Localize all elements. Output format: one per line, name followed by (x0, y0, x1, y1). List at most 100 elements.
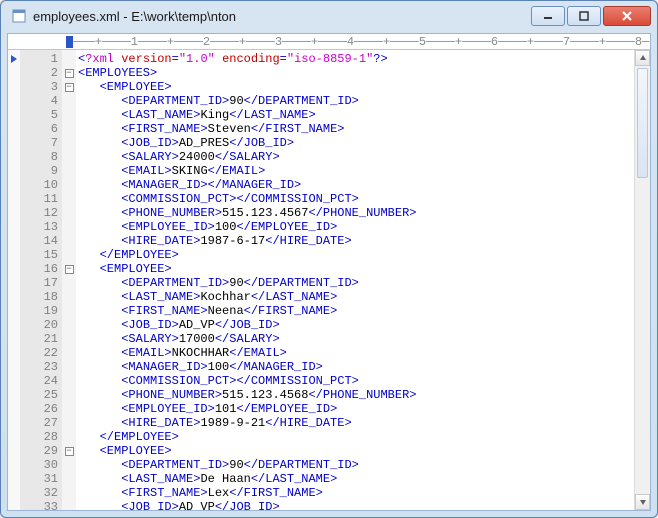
bookmark-slot[interactable] (8, 136, 20, 150)
bookmark-slot[interactable] (8, 500, 20, 510)
bookmark-slot[interactable] (8, 304, 20, 318)
scroll-down-button[interactable] (635, 494, 650, 510)
bookmark-slot[interactable] (8, 402, 20, 416)
titlebar[interactable]: employees.xml - E:\work\temp\nton (1, 1, 657, 31)
line-number: 17 (22, 276, 58, 290)
bookmark-slot[interactable] (8, 388, 20, 402)
bookmark-slot[interactable] (8, 108, 20, 122)
code-line[interactable]: <FIRST_NAME>Lex</FIRST_NAME> (78, 486, 650, 500)
code-line[interactable]: <DEPARTMENT_ID>90</DEPARTMENT_ID> (78, 276, 650, 290)
code-line[interactable]: <PHONE_NUMBER>515.123.4567</PHONE_NUMBER… (78, 206, 650, 220)
code-line[interactable]: <PHONE_NUMBER>515.123.4568</PHONE_NUMBER… (78, 388, 650, 402)
editor-client: ·───+────1────+────2────+────3────+────4… (7, 33, 651, 511)
line-number: 5 (22, 108, 58, 122)
code-line[interactable]: <MANAGER_ID>100</MANAGER_ID> (78, 360, 650, 374)
bookmark-slot[interactable] (8, 206, 20, 220)
window-buttons (531, 6, 651, 26)
code-line[interactable]: <EMPLOYEE_ID>100</EMPLOYEE_ID> (78, 220, 650, 234)
bookmark-slot[interactable] (8, 290, 20, 304)
bookmark-slot[interactable] (8, 66, 20, 80)
code-line[interactable]: <EMPLOYEE> (78, 262, 650, 276)
code-line[interactable]: <COMMISSION_PCT></COMMISSION_PCT> (78, 374, 650, 388)
bookmark-slot[interactable] (8, 192, 20, 206)
code-line[interactable]: <EMPLOYEE> (78, 80, 650, 94)
code-line[interactable]: <?xml version="1.0" encoding="iso-8859-1… (78, 52, 650, 66)
code-line[interactable]: <FIRST_NAME>Steven</FIRST_NAME> (78, 122, 650, 136)
line-number: 23 (22, 360, 58, 374)
fold-toggle (62, 108, 76, 122)
code-area[interactable]: <?xml version="1.0" encoding="iso-8859-1… (76, 50, 650, 510)
line-number: 20 (22, 318, 58, 332)
bookmark-slot[interactable] (8, 52, 20, 66)
fold-toggle[interactable]: − (62, 262, 76, 276)
fold-toggle[interactable]: − (62, 66, 76, 80)
fold-column[interactable]: −−−− (62, 50, 76, 510)
fold-toggle (62, 332, 76, 346)
bookmark-slot[interactable] (8, 248, 20, 262)
fold-toggle (62, 430, 76, 444)
code-line[interactable]: <MANAGER_ID></MANAGER_ID> (78, 178, 650, 192)
scroll-track[interactable] (635, 66, 650, 494)
bookmark-column[interactable] (8, 50, 20, 510)
line-number-gutter[interactable]: 1234567891011121314151617181920212223242… (20, 50, 62, 510)
code-line[interactable]: <EMPLOYEE> (78, 444, 650, 458)
code-line[interactable]: </EMPLOYEE> (78, 248, 650, 262)
fold-toggle[interactable]: − (62, 80, 76, 94)
bookmark-slot[interactable] (8, 472, 20, 486)
code-line[interactable]: <LAST_NAME>King</LAST_NAME> (78, 108, 650, 122)
close-button[interactable] (603, 6, 651, 26)
bookmark-slot[interactable] (8, 360, 20, 374)
line-number: 24 (22, 374, 58, 388)
vertical-scrollbar[interactable] (634, 50, 650, 510)
line-number: 22 (22, 346, 58, 360)
fold-toggle (62, 206, 76, 220)
code-line[interactable]: <JOB_ID>AD_PRES</JOB_ID> (78, 136, 650, 150)
code-line[interactable]: <SALARY>17000</SALARY> (78, 332, 650, 346)
bookmark-slot[interactable] (8, 374, 20, 388)
bookmark-slot[interactable] (8, 430, 20, 444)
code-line[interactable]: <FIRST_NAME>Neena</FIRST_NAME> (78, 304, 650, 318)
code-line[interactable]: <EMAIL>SKING</EMAIL> (78, 164, 650, 178)
bookmark-slot[interactable] (8, 486, 20, 500)
bookmark-slot[interactable] (8, 150, 20, 164)
bookmark-slot[interactable] (8, 346, 20, 360)
text-editor[interactable]: 1234567891011121314151617181920212223242… (8, 50, 650, 510)
code-line[interactable]: </EMPLOYEE> (78, 430, 650, 444)
minimize-button[interactable] (531, 6, 565, 26)
scroll-up-button[interactable] (635, 50, 650, 66)
bookmark-slot[interactable] (8, 458, 20, 472)
code-line[interactable]: <EMPLOYEES> (78, 66, 650, 80)
code-line[interactable]: <COMMISSION_PCT></COMMISSION_PCT> (78, 192, 650, 206)
code-line[interactable]: <EMPLOYEE_ID>101</EMPLOYEE_ID> (78, 402, 650, 416)
code-line[interactable]: <DEPARTMENT_ID>90</DEPARTMENT_ID> (78, 458, 650, 472)
code-line[interactable]: <LAST_NAME>De Haan</LAST_NAME> (78, 472, 650, 486)
bookmark-slot[interactable] (8, 122, 20, 136)
fold-toggle (62, 486, 76, 500)
bookmark-slot[interactable] (8, 234, 20, 248)
code-line[interactable]: <HIRE_DATE>1989-9-21</HIRE_DATE> (78, 416, 650, 430)
code-line[interactable]: <HIRE_DATE>1987-6-17</HIRE_DATE> (78, 234, 650, 248)
fold-toggle (62, 472, 76, 486)
bookmark-slot[interactable] (8, 444, 20, 458)
line-number: 31 (22, 472, 58, 486)
fold-toggle (62, 178, 76, 192)
bookmark-slot[interactable] (8, 276, 20, 290)
code-line[interactable]: <SALARY>24000</SALARY> (78, 150, 650, 164)
code-line[interactable]: <LAST_NAME>Kochhar</LAST_NAME> (78, 290, 650, 304)
bookmark-slot[interactable] (8, 164, 20, 178)
maximize-button[interactable] (567, 6, 601, 26)
bookmark-slot[interactable] (8, 220, 20, 234)
bookmark-slot[interactable] (8, 318, 20, 332)
bookmark-slot[interactable] (8, 178, 20, 192)
code-line[interactable]: <EMAIL>NKOCHHAR</EMAIL> (78, 346, 650, 360)
code-line[interactable]: <JOB_ID>AD_VP</JOB_ID> (78, 500, 650, 510)
bookmark-slot[interactable] (8, 416, 20, 430)
scroll-thumb[interactable] (637, 68, 648, 178)
fold-toggle[interactable]: − (62, 444, 76, 458)
bookmark-slot[interactable] (8, 94, 20, 108)
bookmark-slot[interactable] (8, 262, 20, 276)
code-line[interactable]: <JOB_ID>AD_VP</JOB_ID> (78, 318, 650, 332)
bookmark-slot[interactable] (8, 80, 20, 94)
code-line[interactable]: <DEPARTMENT_ID>90</DEPARTMENT_ID> (78, 94, 650, 108)
bookmark-slot[interactable] (8, 332, 20, 346)
